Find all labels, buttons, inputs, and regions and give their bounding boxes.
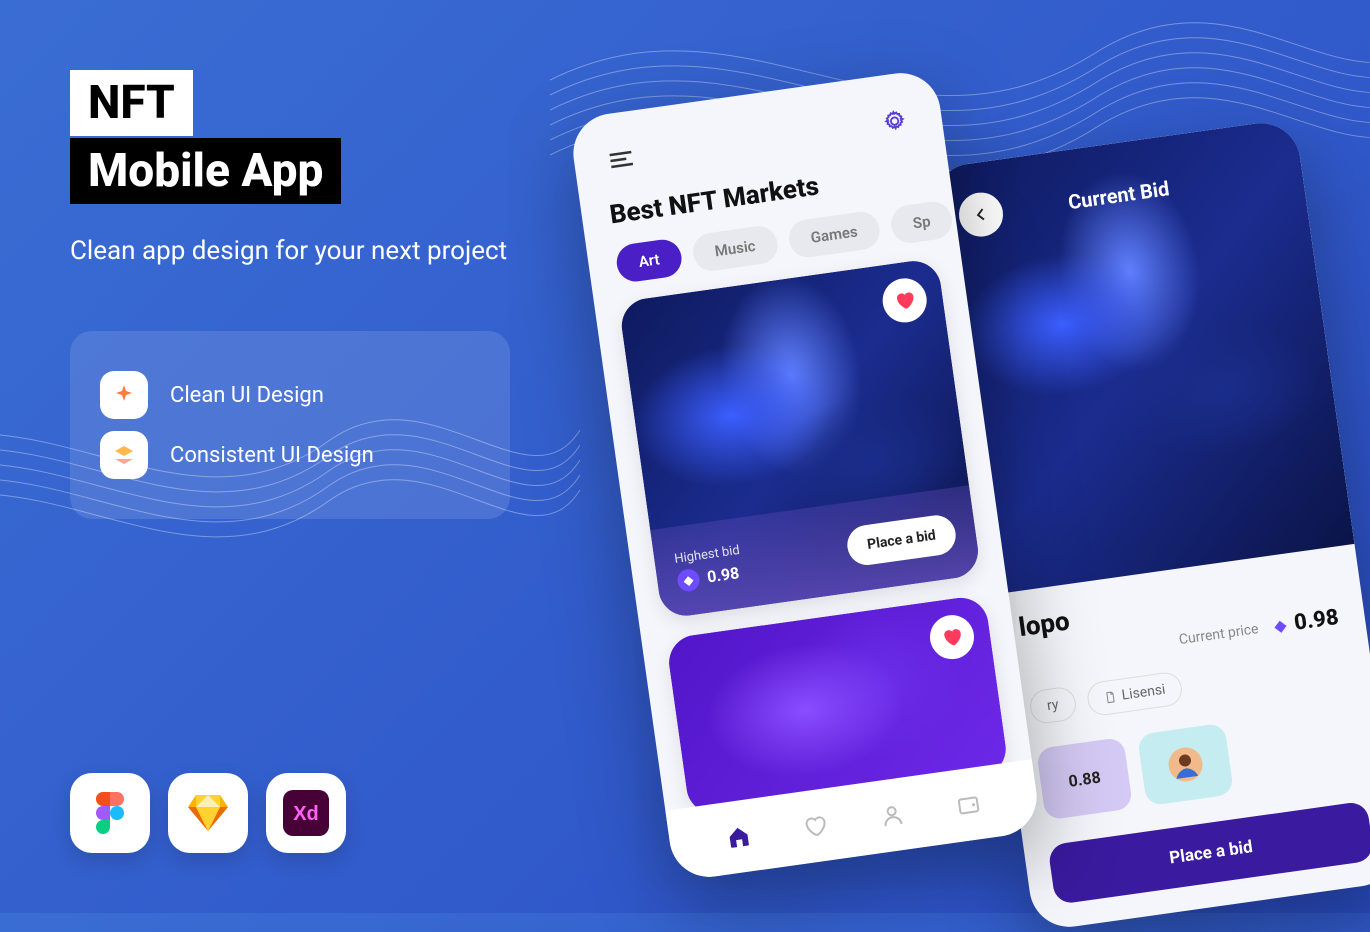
avatar-icon — [1166, 745, 1204, 783]
avatar-tile[interactable] — [1137, 723, 1234, 807]
figma-icon — [70, 773, 150, 853]
home-icon — [725, 823, 752, 850]
price-label: Current price — [1178, 621, 1260, 648]
highest-bid-value: 0.98 — [706, 563, 741, 586]
nft-card[interactable]: Highest bid ◆ 0.98 Place a bid — [618, 258, 981, 620]
feature-label: Clean UI Design — [170, 383, 324, 408]
sketch-icon — [168, 773, 248, 853]
bid-tile[interactable]: 0.88 — [1036, 737, 1133, 821]
heart-icon — [892, 288, 917, 313]
ethereum-icon: ◆ — [1273, 615, 1288, 636]
wallet-icon — [955, 791, 982, 818]
tag-chip[interactable]: Lisensi — [1085, 670, 1185, 717]
place-bid-button[interactable]: Place a bid — [1047, 801, 1370, 905]
settings-button[interactable] — [873, 100, 916, 143]
ethereum-icon: ◆ — [676, 567, 701, 592]
nav-wallet[interactable] — [951, 786, 987, 822]
heart-icon — [940, 625, 965, 650]
svg-text:Xd: Xd — [293, 803, 319, 825]
tool-row: Xd — [70, 773, 346, 853]
menu-icon — [609, 150, 633, 169]
nav-favorites[interactable] — [797, 808, 833, 844]
nav-profile[interactable] — [874, 797, 910, 833]
category-chip-art[interactable]: Art — [614, 237, 683, 284]
features-panel: Clean UI Design Consistent UI Design — [70, 331, 510, 519]
hero-title-1: NFT — [70, 70, 193, 136]
xd-icon: Xd — [266, 773, 346, 853]
tag-chip[interactable]: ry — [1028, 685, 1078, 725]
menu-button[interactable] — [600, 138, 643, 181]
gear-icon — [882, 109, 907, 134]
user-icon — [878, 802, 905, 829]
feature-label: Consistent UI Design — [170, 443, 374, 468]
layers-icon — [100, 431, 148, 479]
hero-title-2: Mobile App — [70, 138, 341, 204]
document-icon — [1103, 691, 1117, 705]
category-chip-more[interactable]: Sp — [888, 199, 954, 245]
place-bid-button[interactable]: Place a bid — [845, 513, 959, 568]
heart-icon — [802, 812, 829, 839]
price-value: 0.98 — [1293, 605, 1341, 636]
hero-subtitle: Clean app design for your next project — [70, 232, 570, 271]
sparkle-icon — [100, 371, 148, 419]
nav-home[interactable] — [720, 819, 756, 855]
